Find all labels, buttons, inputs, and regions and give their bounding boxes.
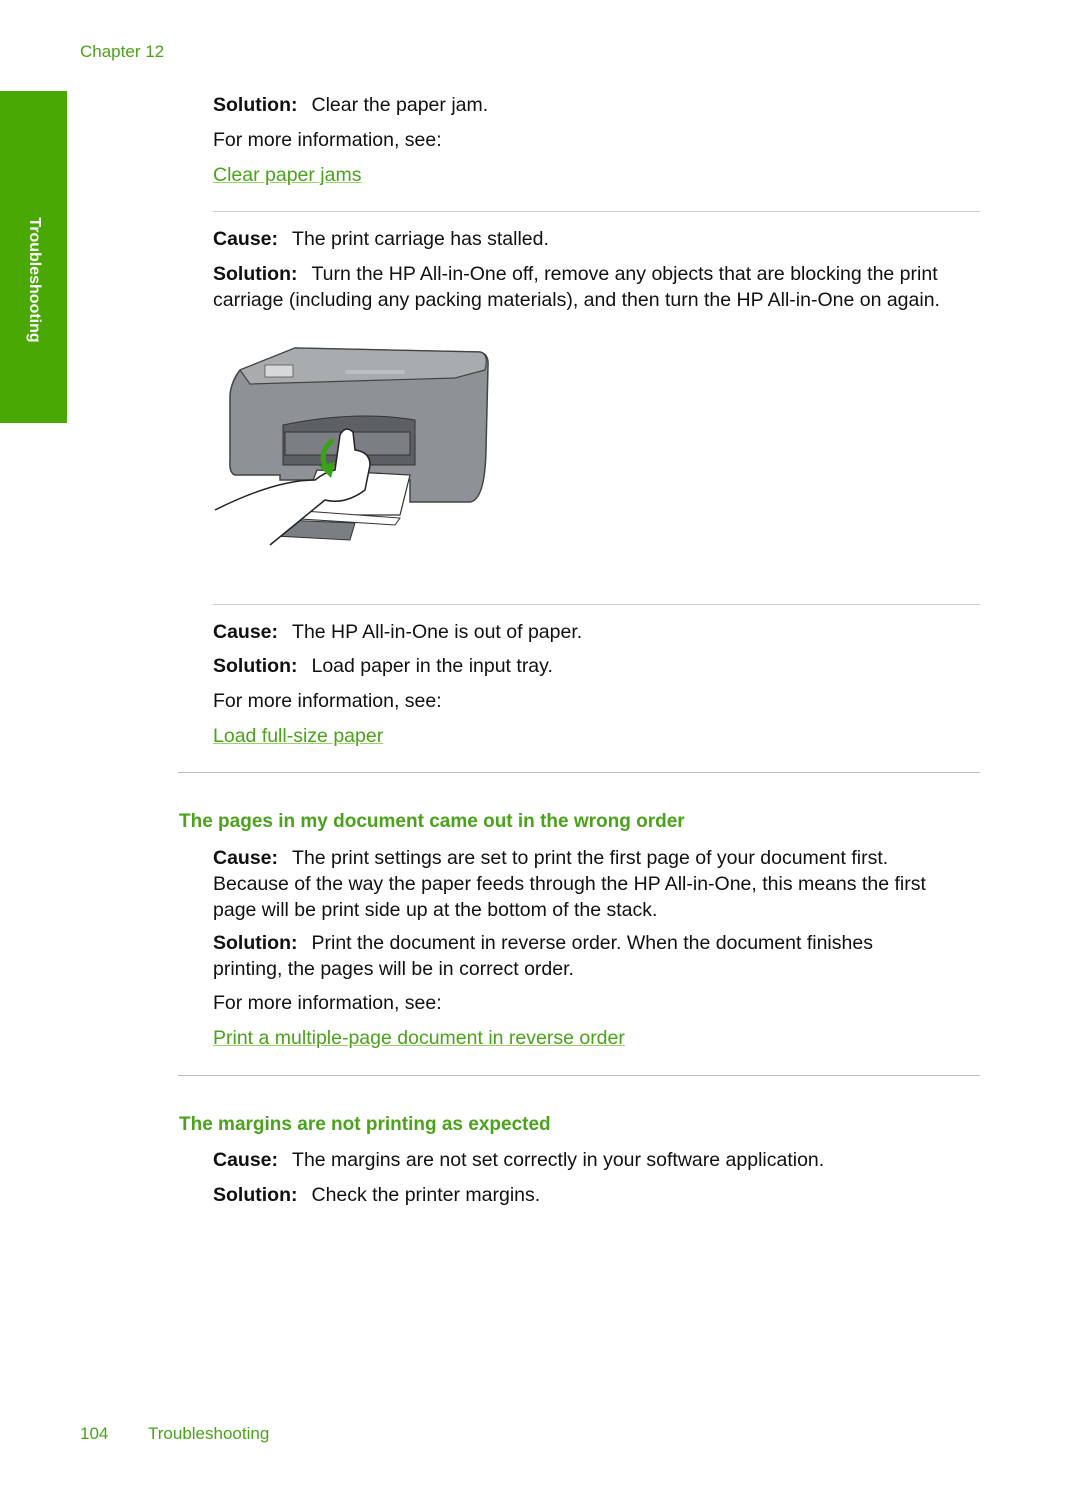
solution-text: Load paper in the input tray. bbox=[311, 655, 553, 677]
chapter-label: Chapter 12 bbox=[80, 42, 165, 61]
footer-title: Troubleshooting bbox=[148, 1424, 270, 1443]
cause-text-line2: Because of the way the paper feeds throu… bbox=[213, 873, 926, 895]
divider bbox=[213, 211, 980, 212]
cause-label: Cause: bbox=[213, 847, 279, 869]
cause-text-line1: The print settings are set to print the … bbox=[292, 847, 889, 869]
section-heading-margins: The margins are not printing as expected bbox=[179, 1114, 551, 1135]
cause-label: Cause: bbox=[213, 228, 279, 250]
solution-text: Clear the paper jam. bbox=[311, 94, 489, 116]
more-info-text: For more information, see: bbox=[213, 129, 442, 151]
side-tab: Troubleshooting bbox=[0, 91, 67, 423]
printer-illustration bbox=[214, 347, 489, 546]
solution-text-line1: Print the document in reverse order. Whe… bbox=[311, 932, 873, 954]
cause-paragraph: Cause: The print settings are set to prin… bbox=[213, 845, 1003, 923]
more-info-text: For more information, see: bbox=[213, 690, 442, 712]
solution-text-line2: carriage (including any packing material… bbox=[213, 289, 940, 311]
solution-label: Solution: bbox=[213, 1184, 298, 1206]
cause-text: The margins are not set correctly in you… bbox=[292, 1149, 825, 1171]
solution-line: Solution: Check the printer margins. bbox=[213, 1182, 540, 1208]
solution-text-line2: printing, the pages will be in correct o… bbox=[213, 958, 574, 980]
cause-text-line3: page will be print side up at the bottom… bbox=[213, 899, 658, 921]
solution-label: Solution: bbox=[213, 932, 298, 954]
solution-paragraph: Solution: Print the document in reverse o… bbox=[213, 930, 1003, 982]
cause-label: Cause: bbox=[213, 1149, 279, 1171]
cause-text: The print carriage has stalled. bbox=[292, 228, 549, 250]
cause-label: Cause: bbox=[213, 621, 279, 643]
solution-label: Solution: bbox=[213, 655, 298, 677]
solution-line: Solution: Clear the paper jam. bbox=[213, 92, 488, 118]
solution-label: Solution: bbox=[213, 94, 298, 116]
cause-text: The HP All-in-One is out of paper. bbox=[292, 621, 583, 643]
solution-text: Check the printer margins. bbox=[311, 1184, 541, 1206]
load-full-size-paper-link[interactable]: Load full-size paper bbox=[213, 723, 383, 749]
section-divider bbox=[178, 772, 980, 773]
section-divider bbox=[178, 1075, 980, 1076]
cause-line: Cause: The HP All-in-One is out of paper. bbox=[213, 619, 582, 645]
page-number: 104 bbox=[80, 1424, 109, 1443]
more-info-text: For more information, see: bbox=[213, 992, 442, 1014]
solution-paragraph: Solution: Turn the HP All-in-One off, rem… bbox=[213, 261, 1003, 313]
solution-line: Solution: Load paper in the input tray. bbox=[213, 653, 553, 679]
solution-label: Solution: bbox=[213, 263, 298, 285]
reverse-order-link[interactable]: Print a multiple-page document in revers… bbox=[213, 1025, 625, 1051]
divider bbox=[213, 604, 980, 605]
solution-text-line1: Turn the HP All-in-One off, remove any o… bbox=[311, 263, 938, 285]
cause-line: Cause: The margins are not set correctly … bbox=[213, 1147, 824, 1173]
side-tab-label: Troubleshooting bbox=[25, 217, 43, 343]
clear-paper-jams-link[interactable]: Clear paper jams bbox=[213, 162, 361, 188]
section-heading-wrong-order: The pages in my document came out in the… bbox=[179, 811, 685, 832]
cause-line: Cause: The print carriage has stalled. bbox=[213, 226, 549, 252]
